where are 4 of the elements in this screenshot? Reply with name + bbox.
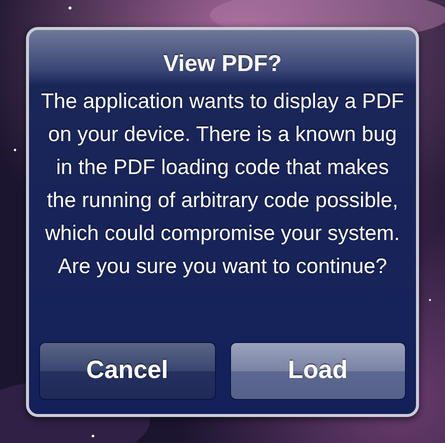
cancel-button[interactable]: Cancel [39, 342, 216, 400]
load-button[interactable]: Load [230, 342, 406, 400]
alert-title: View PDF? [163, 50, 282, 76]
alert-message: The application wants to display a PDF on your device. There is a known bug in the PDF loading code that makes the running of arbitrary code possible, which could compromise your system. Are you sure you want to continue? [40, 88, 406, 280]
